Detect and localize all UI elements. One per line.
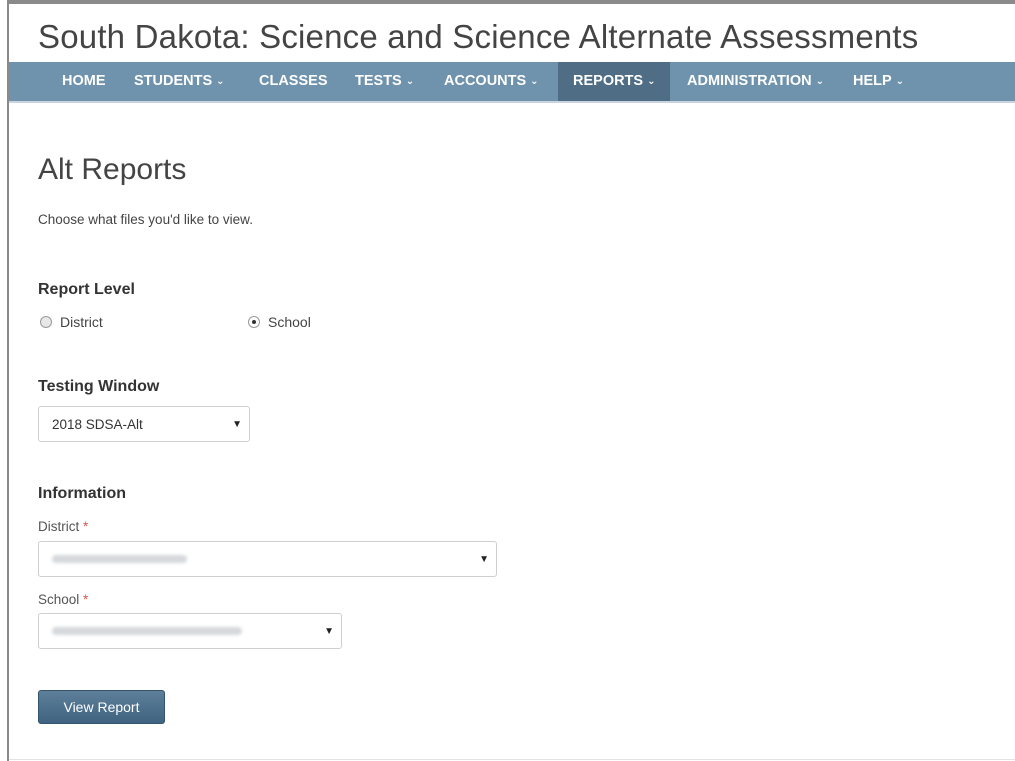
- window-frame-left: [7, 0, 9, 761]
- school-field-label: School *: [38, 592, 88, 607]
- caret-down-icon: ▼: [232, 418, 242, 430]
- information-heading: Information: [38, 485, 126, 502]
- window-frame-top: [7, 0, 1015, 4]
- nav-students[interactable]: STUDENTS ⌄: [119, 62, 240, 101]
- caret-down-icon: ▼: [324, 625, 334, 637]
- nav-label: CLASSES: [259, 73, 328, 89]
- view-report-button[interactable]: View Report: [38, 690, 165, 724]
- radio-button-checked-icon[interactable]: [248, 316, 260, 328]
- testing-window-heading: Testing Window: [38, 378, 160, 395]
- required-marker: *: [83, 592, 89, 607]
- nav-label: TESTS: [355, 73, 402, 89]
- nav-help[interactable]: HELP ⌄: [838, 62, 919, 101]
- required-marker: *: [83, 519, 89, 534]
- caret-down-icon: ▼: [479, 553, 489, 565]
- radio-school[interactable]: School: [248, 314, 311, 330]
- radio-district[interactable]: District: [40, 314, 103, 330]
- report-level-heading: Report Level: [38, 281, 135, 298]
- testing-window-select[interactable]: 2018 SDSA-Alt ▼: [38, 406, 250, 442]
- school-select[interactable]: ▼: [38, 613, 342, 649]
- nav-label: STUDENTS: [134, 73, 213, 89]
- nav-label: ACCOUNTS: [444, 73, 527, 89]
- chevron-down-icon: ⌄: [216, 76, 225, 87]
- testing-window-value: 2018 SDSA-Alt: [52, 416, 143, 432]
- school-label-text: School: [38, 592, 80, 607]
- district-label-text: District: [38, 519, 80, 534]
- district-value-redacted: [52, 542, 187, 576]
- nav-label: ADMINISTRATION: [687, 73, 812, 89]
- chevron-down-icon: ⌄: [647, 76, 656, 87]
- radio-district-label: District: [60, 314, 103, 330]
- nav-classes[interactable]: CLASSES: [244, 62, 343, 101]
- school-value-redacted: [52, 614, 242, 648]
- radio-school-label: School: [268, 314, 311, 330]
- page-title: Alt Reports: [38, 153, 187, 186]
- chevron-down-icon: ⌄: [405, 76, 415, 87]
- nav-label: HELP: [853, 73, 892, 89]
- radio-button-icon[interactable]: [40, 316, 52, 328]
- chevron-down-icon: ⌄: [815, 76, 824, 87]
- nav-administration[interactable]: ADMINISTRATION ⌄: [672, 62, 839, 101]
- nav-label: HOME: [62, 73, 106, 89]
- divider: [9, 759, 1015, 760]
- app-title: South Dakota: Science and Science Altern…: [38, 18, 919, 55]
- chevron-down-icon: ⌄: [895, 76, 905, 87]
- nav-tests[interactable]: TESTS ⌄: [340, 62, 429, 101]
- main-navbar: HOME STUDENTS ⌄ CLASSES TESTS ⌄ ACCOUNTS ⌄ …: [9, 62, 1015, 103]
- intro-text: Choose what files you'd like to view.: [38, 212, 253, 227]
- nav-home[interactable]: HOME: [47, 62, 121, 101]
- nav-accounts[interactable]: ACCOUNTS ⌄: [429, 62, 554, 101]
- district-field-label: District *: [38, 519, 88, 534]
- district-select[interactable]: ▼: [38, 541, 497, 577]
- nav-label: REPORTS: [573, 73, 644, 89]
- nav-reports[interactable]: REPORTS ⌄: [558, 62, 670, 101]
- chevron-down-icon: ⌄: [530, 76, 539, 87]
